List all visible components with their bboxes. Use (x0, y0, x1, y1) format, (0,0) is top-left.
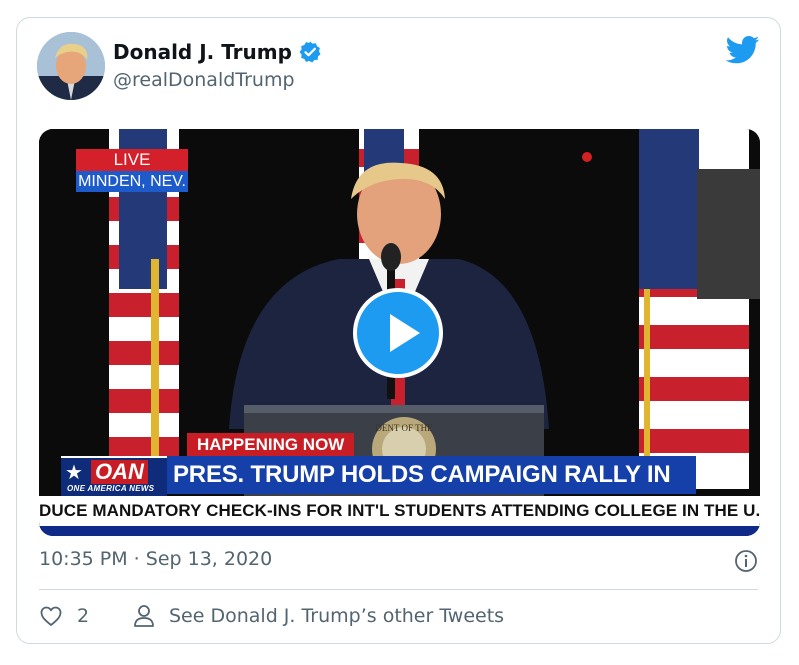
info-icon[interactable] (734, 549, 758, 573)
avatar[interactable] (37, 32, 105, 100)
twitter-bird-icon[interactable] (726, 36, 760, 64)
profile-link-text: See Donald J. Trump’s other Tweets (169, 605, 505, 627)
like-count: 2 (77, 605, 90, 627)
location-label: MINDEN, NEV. (76, 171, 188, 192)
network-subtitle: ONE AMERICA NEWS (67, 484, 155, 493)
news-headline: PRES. TRUMP HOLDS CAMPAIGN RALLY IN NEVA… (167, 456, 696, 526)
profile-link[interactable]: See Donald J. Trump’s other Tweets (133, 604, 504, 628)
person-icon (134, 605, 154, 627)
network-logo-text: OAN (91, 460, 148, 484)
network-logo: ★ OAN ONE AMERICA NEWS (61, 456, 167, 496)
like-button[interactable]: 2 (39, 604, 89, 628)
tweet-card[interactable]: Donald J. Trump @realDonaldTrump DENT OF… (16, 17, 781, 644)
play-button[interactable] (353, 288, 443, 378)
avatar-image (37, 32, 105, 100)
heart-icon (40, 606, 62, 626)
happening-now-banner: HAPPENING NOW (187, 433, 355, 457)
tweet-timestamp[interactable]: 10:35 PM · Sep 13, 2020 (39, 548, 272, 570)
news-ticker: DUCE MANDATORY CHECK-INS FOR INT'L STUDE… (39, 496, 760, 526)
author-name[interactable]: Donald J. Trump (113, 40, 292, 64)
video-player[interactable]: DENT OF THE LIVE MINDEN, NEV. HAPPENING … (39, 129, 760, 536)
star-icon: ★ (65, 460, 83, 484)
ticker-bar (39, 526, 760, 536)
divider (39, 589, 758, 590)
play-icon (390, 314, 420, 352)
author-handle[interactable]: @realDonaldTrump (113, 69, 295, 91)
verified-badge-icon (299, 41, 321, 63)
podium-seal-text: DENT OF THE (375, 423, 433, 433)
live-label: LIVE (76, 149, 188, 171)
